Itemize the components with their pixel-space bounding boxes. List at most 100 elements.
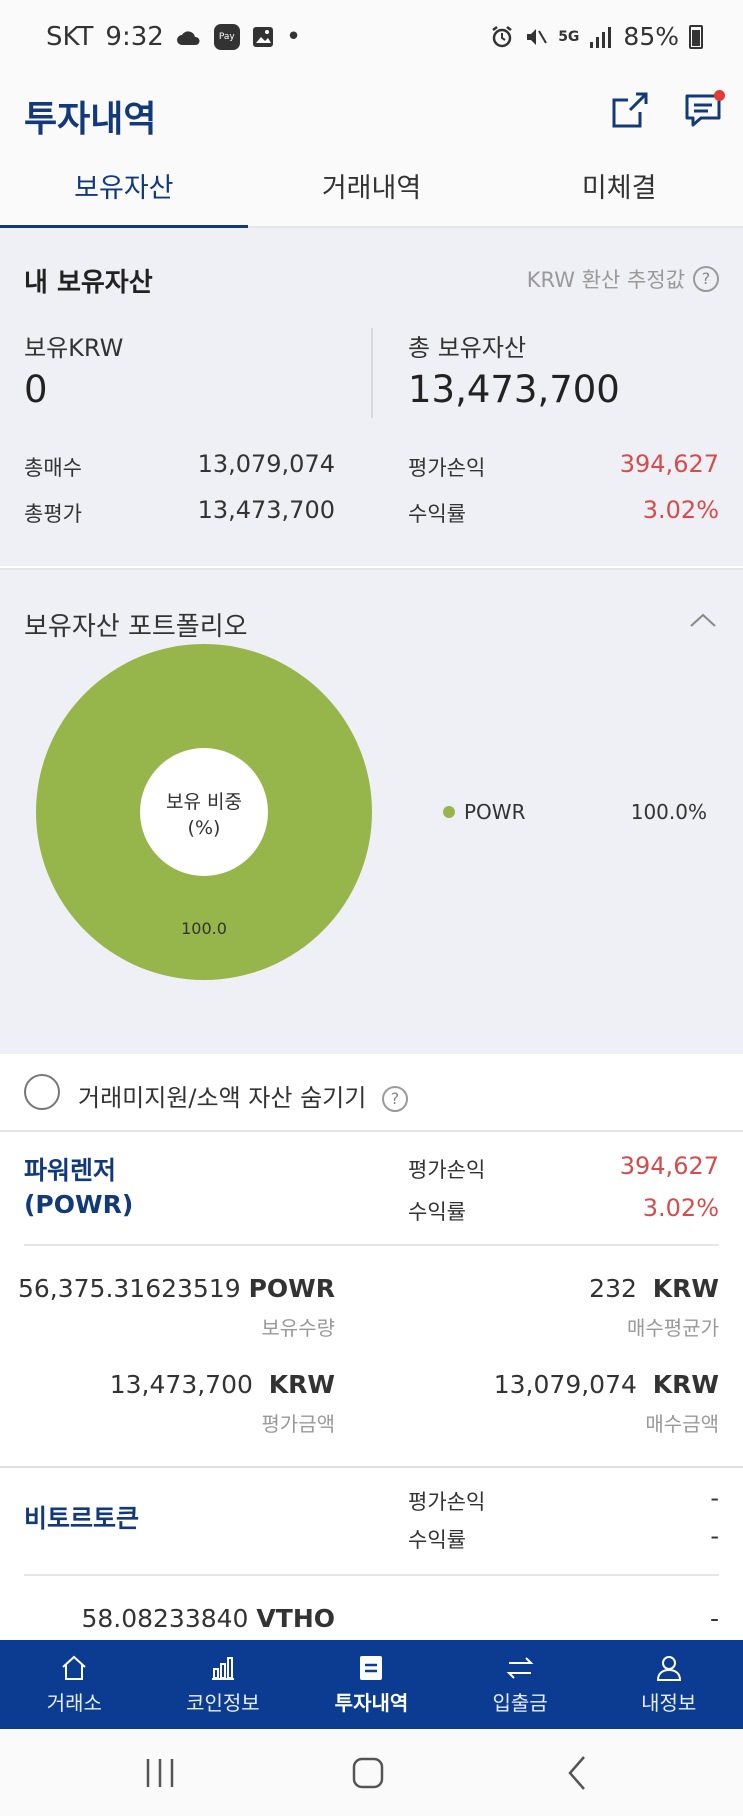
nav-label: 코인정보 — [186, 1691, 260, 1715]
notification-dot: • — [285, 22, 302, 52]
total-buy-label: 총매수 — [24, 456, 82, 480]
average-buy-price-label: 매수평균가 — [627, 1316, 719, 1340]
share-icon — [612, 92, 648, 128]
help-icon[interactable]: ? — [381, 1086, 408, 1112]
app-header: 투자내역 — [0, 76, 743, 154]
hide-small-assets-checkbox[interactable] — [24, 1074, 60, 1110]
average-buy-price-value: 232 — [589, 1274, 637, 1303]
coin-name-korean: 비토르토큰 — [24, 1504, 140, 1533]
krw-label: 보유KRW — [24, 334, 124, 362]
battery-icon — [689, 24, 703, 49]
total-assets-value: 13,473,700 — [408, 368, 620, 411]
page-title: 투자내역 — [24, 99, 157, 140]
nav-my-info[interactable]: 내정보 — [594, 1640, 743, 1729]
donut-center-unit: (%) — [188, 817, 221, 839]
average-buy-price-unit: KRW — [652, 1274, 719, 1303]
average-buy-price-value: - — [709, 1604, 719, 1633]
nav-label: 내정보 — [641, 1691, 697, 1715]
total-eval-value: 13,473,700 — [197, 496, 335, 524]
help-icon[interactable]: ? — [693, 266, 719, 292]
coin-pnl-label: 평가손익 — [408, 1158, 486, 1182]
card-divider — [24, 1574, 719, 1576]
home-button-icon[interactable] — [348, 1753, 388, 1793]
krw-value: 0 — [24, 368, 48, 411]
holdings-summary: 내 보유자산 KRW 환산 추정값 ? 보유KRW 0 총 보유자산 13,47… — [0, 228, 743, 566]
evaluation-amount-label: 평가금액 — [261, 1412, 335, 1436]
tab-holdings[interactable]: 보유자산 — [0, 154, 248, 228]
system-nav-bar — [0, 1729, 743, 1816]
coin-pnl-label: 평가손익 — [408, 1490, 486, 1514]
cloud-icon — [176, 31, 200, 45]
portfolio-donut-chart: 100.0 POWR 100.0% 보유 비중 (%) — [36, 644, 707, 980]
coin-pnl-value: 394,627 — [619, 1152, 719, 1180]
krw-estimate-note[interactable]: KRW 환산 추정값 ? — [527, 264, 719, 294]
clock: 9:32 — [105, 22, 164, 52]
holding-quantity-unit: POWR — [248, 1274, 335, 1303]
alarm-icon — [492, 25, 512, 47]
coin-rate-value: 3.02% — [642, 1194, 719, 1222]
legend-value: 100.0% — [631, 800, 707, 824]
transfer-icon — [506, 1657, 534, 1679]
donut-center-title: 보유 비중 — [166, 791, 242, 813]
average-buy-price: 232 KRW — [589, 1274, 719, 1303]
holding-quantity: 56,375.31623519 POWR — [18, 1274, 335, 1303]
holding-card-powr[interactable]: 파워렌저 (POWR) 평가손익 394,627 수익률 3.02% 56,37… — [0, 1132, 743, 1466]
tab-transactions[interactable]: 거래내역 — [248, 154, 496, 226]
battery-percent: 85% — [623, 22, 679, 51]
portfolio-title: 보유자산 포트폴리오 — [24, 612, 248, 642]
recent-apps-icon[interactable] — [140, 1753, 180, 1793]
return-rate-label: 수익률 — [408, 502, 466, 526]
holding-card-vtho[interactable]: 비토르토큰 평가손익 - 수익률 - 58.08233840 VTHO - — [0, 1468, 743, 1640]
summary-divider — [371, 328, 373, 418]
person-icon — [656, 1656, 681, 1681]
coin-rate-label: 수익률 — [408, 1200, 466, 1224]
hide-small-assets-row: 거래미지원/소액 자산 숨기기 ? — [0, 1054, 743, 1132]
return-rate-value: 3.02% — [642, 496, 719, 524]
slice-label: 100.0 — [181, 919, 227, 938]
signal-icon — [590, 26, 612, 48]
legend-label: POWR — [464, 800, 526, 824]
coin-name-symbol: (POWR) — [24, 1190, 134, 1219]
total-assets-label: 총 보유자산 — [408, 334, 527, 362]
card-divider — [24, 1244, 719, 1246]
nav-exchange[interactable]: 거래소 — [0, 1640, 149, 1729]
home-icon — [62, 1655, 86, 1680]
hide-small-assets-text: 거래미지원/소액 자산 숨기기 — [78, 1084, 367, 1112]
evaluation-amount-value: 13,473,700 — [109, 1370, 253, 1399]
holding-quantity-value: 56,375.31623519 — [17, 1274, 241, 1303]
coin-rate-label: 수익률 — [408, 1528, 466, 1552]
chat-button[interactable] — [679, 86, 729, 136]
legend-dot — [443, 806, 455, 818]
nav-coin-info[interactable]: 코인정보 — [149, 1640, 298, 1729]
hide-small-assets-label[interactable]: 거래미지원/소액 자산 숨기기 ? — [78, 1078, 408, 1113]
portfolio-section: 보유자산 포트폴리오 100.0 POWR 100.0% 보유 비중 (%) — [0, 568, 743, 1054]
total-buy-value: 13,079,074 — [197, 450, 335, 478]
tab-open-orders[interactable]: 미체결 — [495, 154, 743, 226]
evaluation-amount-unit: KRW — [268, 1370, 335, 1399]
buy-amount-value: 13,079,074 — [493, 1370, 637, 1399]
back-icon[interactable] — [558, 1753, 598, 1793]
gallery-icon — [252, 27, 273, 47]
network-5g-icon: 5G — [558, 28, 580, 45]
mute-icon — [527, 28, 548, 45]
chevron-up-icon[interactable] — [689, 610, 717, 630]
holding-quantity-unit: VTHO — [256, 1604, 335, 1633]
coin-pnl-value: - — [710, 1484, 719, 1512]
krw-estimate-label: KRW 환산 추정값 — [526, 268, 685, 292]
buy-amount-unit: KRW — [652, 1370, 719, 1399]
status-bar: SKT 9:32 Pay • 5G 85% — [0, 0, 743, 76]
pnl-value: 394,627 — [619, 450, 719, 478]
carrier: SKT — [46, 22, 94, 52]
document-icon — [360, 1656, 383, 1680]
status-right: 5G 85% — [490, 22, 703, 51]
nav-deposit-withdraw[interactable]: 입출금 — [446, 1640, 595, 1729]
nav-investments[interactable]: 투자내역 — [297, 1640, 446, 1729]
pay-icon: Pay — [213, 24, 240, 50]
pnl-label: 평가손익 — [408, 456, 486, 480]
tab-bar: 보유자산 거래내역 미체결 — [0, 154, 743, 228]
share-button[interactable] — [606, 86, 656, 136]
nav-label: 입출금 — [492, 1691, 548, 1715]
buy-amount: 13,079,074 KRW — [494, 1370, 719, 1399]
coin-name-korean: 파워렌저 — [24, 1156, 117, 1185]
holding-quantity: 58.08233840 VTHO — [81, 1604, 335, 1633]
